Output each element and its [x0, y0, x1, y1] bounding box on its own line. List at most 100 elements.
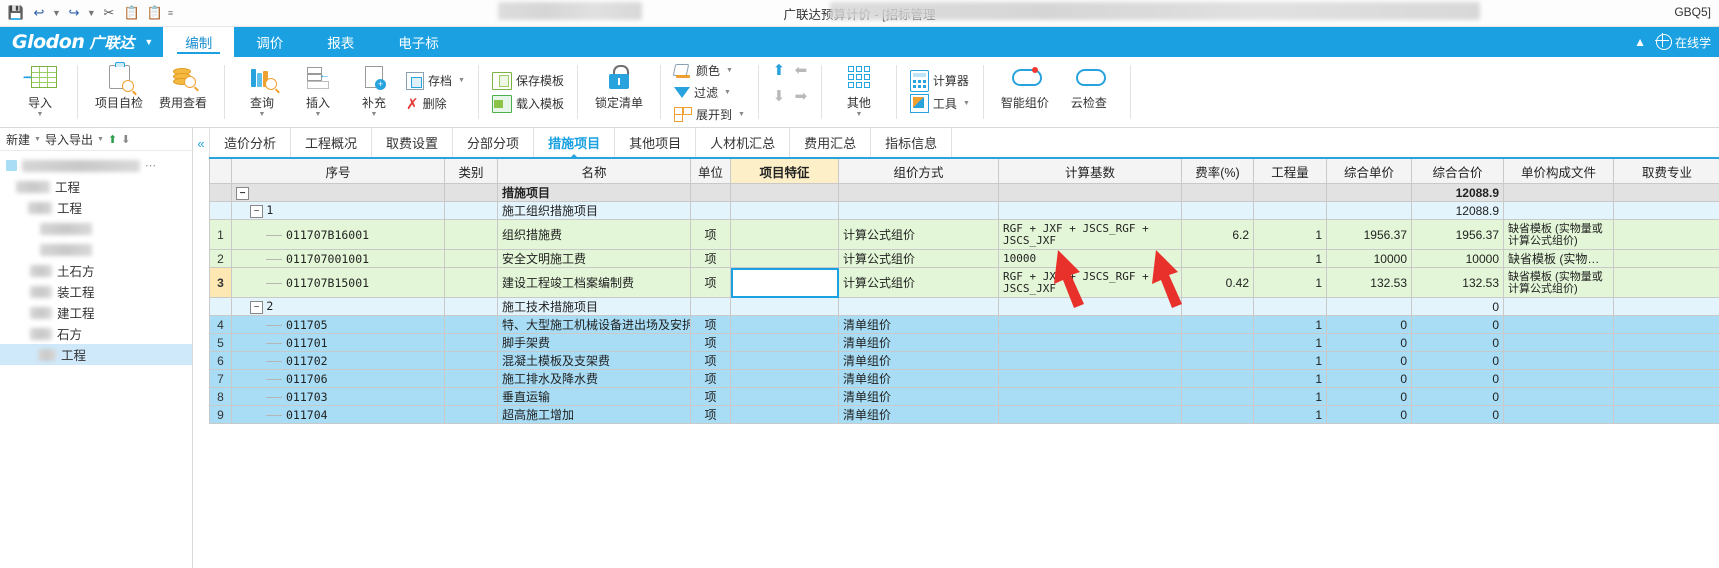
logo-dropdown-caret[interactable]: ▼ [144, 37, 153, 47]
other-button[interactable]: 其他 ▼ [831, 57, 887, 127]
cell-price-mode[interactable] [839, 298, 999, 316]
cell-seq[interactable]: 011704 [232, 406, 445, 424]
cell-name[interactable]: 特、大型施工机械设备进出场及安拆费 [498, 316, 691, 334]
arrow-down-icon[interactable]: ⬇ [773, 87, 786, 105]
cell-category[interactable] [445, 268, 498, 298]
save-template-button[interactable]: 保存模板 [492, 71, 564, 91]
cell-specialty[interactable] [1614, 388, 1719, 406]
cell-price-mode[interactable]: 计算公式组价 [839, 250, 999, 268]
cell-total-price[interactable]: 0 [1412, 352, 1504, 370]
cell-specialty[interactable] [1614, 268, 1719, 298]
table-row[interactable]: 7 011706 施工排水及降水费 项 清单组价 1 0 0 [210, 370, 1719, 388]
cell-seq[interactable]: − 1 [232, 202, 445, 220]
insert-dropdown-caret[interactable]: ▼ [315, 112, 322, 118]
cell-category[interactable] [445, 370, 498, 388]
tab-fenbufenxiang[interactable]: 分部分项 [453, 128, 534, 157]
supplement-dropdown-caret[interactable]: ▼ [371, 112, 378, 118]
table-row[interactable]: 9 011704 超高施工增加 项 清单组价 1 0 0 [210, 406, 1719, 424]
table-row[interactable]: 5 011701 脚手架费 项 清单组价 1 0 0 [210, 334, 1719, 352]
cell-feature[interactable] [731, 352, 839, 370]
cell-feature[interactable] [731, 298, 839, 316]
cell-total-price[interactable]: 12088.9 [1412, 184, 1504, 202]
tree-item-5[interactable]: 土石方 [0, 260, 192, 281]
ribbon-tab-tiaojia[interactable]: 调价 [234, 27, 305, 57]
cell-category[interactable] [445, 298, 498, 316]
calculator-button[interactable]: 计算器 [910, 71, 970, 91]
cell-category[interactable] [445, 220, 498, 250]
arrow-up-icon[interactable]: ⬆ [773, 61, 786, 79]
cell-total-price[interactable]: 0 [1412, 298, 1504, 316]
load-template-button[interactable]: 载入模板 [492, 94, 564, 114]
cell-unit-price[interactable] [1327, 298, 1412, 316]
query-button[interactable]: 查询 ▼ [234, 57, 290, 127]
cell-specialty[interactable] [1614, 316, 1719, 334]
cell-unit[interactable]: 项 [691, 316, 731, 334]
cell-price-mode[interactable]: 计算公式组价 [839, 268, 999, 298]
archive-dropdown-caret[interactable]: ▼ [458, 77, 465, 84]
cell-price-file[interactable] [1504, 316, 1614, 334]
cell-price-file[interactable] [1504, 370, 1614, 388]
cell-seq[interactable]: 011705 [232, 316, 445, 334]
cell-name[interactable]: 混凝土模板及支架费 [498, 352, 691, 370]
tree-item-2[interactable]: 工程 [0, 197, 192, 218]
cell-specialty[interactable] [1614, 334, 1719, 352]
cell-calc-base[interactable]: RGF + JXF + JSCS_RGF + JSCS_JXF [999, 268, 1182, 298]
cell-qty[interactable]: 1 [1254, 334, 1327, 352]
cell-unit-price[interactable]: 0 [1327, 406, 1412, 424]
cost-view-button[interactable]: 费用查看 [151, 57, 215, 127]
tree-item-9-selected[interactable]: 工程 [0, 344, 192, 365]
supplement-button[interactable]: + 补充 ▼ [346, 57, 402, 127]
cell-calc-base[interactable]: RGF + JXF + JSCS_RGF + JSCS_JXF [999, 220, 1182, 250]
lock-list-button[interactable]: 锁定清单 [587, 57, 651, 127]
cell-calc-base[interactable] [999, 184, 1182, 202]
other-dropdown-caret[interactable]: ▼ [855, 112, 862, 118]
col-header-rate[interactable]: 费率(%) [1182, 159, 1254, 184]
cell-calc-base[interactable] [999, 406, 1182, 424]
tab-zaojiafenxi[interactable]: 造价分析 [209, 128, 291, 157]
cell-rate[interactable] [1182, 298, 1254, 316]
cell-name[interactable]: 垂直运输 [498, 388, 691, 406]
cell-unit[interactable]: 项 [691, 334, 731, 352]
cell-price-file[interactable] [1504, 334, 1614, 352]
tree-item-8[interactable]: 石方 [0, 323, 192, 344]
arrow-left-icon[interactable]: ⬅ [795, 61, 808, 79]
row-number[interactable]: 1 [210, 220, 232, 250]
cell-unit-price[interactable] [1327, 202, 1412, 220]
tree-item-7[interactable]: 建工程 [0, 302, 192, 323]
expander-icon[interactable]: − [250, 301, 263, 314]
cell-price-file[interactable] [1504, 406, 1614, 424]
cell-total-price[interactable]: 0 [1412, 370, 1504, 388]
archive-button[interactable]: 存档 ▼ [406, 71, 465, 91]
project-self-check-button[interactable]: 项目自检 [87, 57, 151, 127]
cell-price-mode[interactable]: 清单组价 [839, 334, 999, 352]
cell-name[interactable]: 施工排水及降水费 [498, 370, 691, 388]
insert-button[interactable]: ← 插入 ▼ [290, 57, 346, 127]
cell-unit[interactable]: 项 [691, 268, 731, 298]
col-header-category[interactable]: 类别 [445, 159, 498, 184]
cell-unit[interactable]: 项 [691, 406, 731, 424]
cell-unit[interactable]: 项 [691, 220, 731, 250]
cell-qty[interactable]: 1 [1254, 370, 1327, 388]
cell-rate[interactable] [1182, 352, 1254, 370]
cell-rate[interactable]: 6.2 [1182, 220, 1254, 250]
cell-qty[interactable]: 1 [1254, 250, 1327, 268]
cell-total-price[interactable]: 10000 [1412, 250, 1504, 268]
expander-icon[interactable]: − [236, 187, 249, 200]
cell-name[interactable]: 建设工程竣工档案编制费 [498, 268, 691, 298]
import-button[interactable]: ➞ 导入 ▼ [12, 57, 68, 127]
cell-rate[interactable] [1182, 388, 1254, 406]
cell-qty[interactable] [1254, 184, 1327, 202]
tree-item-6[interactable]: 装工程 [0, 281, 192, 302]
row-number[interactable]: 2 [210, 250, 232, 268]
cell-price-file[interactable] [1504, 352, 1614, 370]
cell-unit-price[interactable]: 0 [1327, 316, 1412, 334]
row-number[interactable] [210, 202, 232, 220]
cell-specialty[interactable] [1614, 250, 1719, 268]
cell-qty[interactable]: 1 [1254, 406, 1327, 424]
table-row[interactable]: − 2 施工技术措施项目 0 [210, 298, 1719, 316]
delete-button[interactable]: ✗ 删除 [406, 94, 465, 114]
cell-qty[interactable]: 1 [1254, 352, 1327, 370]
row-number[interactable]: 9 [210, 406, 232, 424]
row-number[interactable] [210, 184, 232, 202]
cell-category[interactable] [445, 250, 498, 268]
